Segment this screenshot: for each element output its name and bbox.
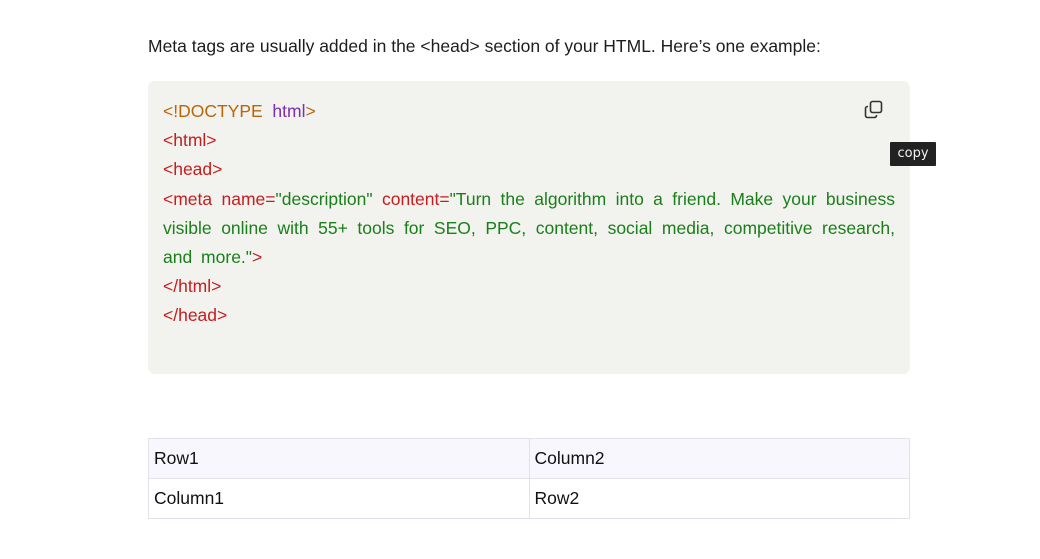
code-block: <!DOCTYPE html> <html> <head> <meta name… xyxy=(148,81,910,374)
meta-close: > xyxy=(252,247,263,268)
code-line-head-close: </head> xyxy=(163,305,228,326)
code-line-meta: <meta name="description" content="Turn t… xyxy=(163,185,895,273)
copy-icon xyxy=(864,100,883,119)
data-table: Row1 Column2 Column1 Row2 xyxy=(148,438,910,519)
table-cell: Row2 xyxy=(528,478,910,519)
meta-content-attr: content= xyxy=(381,188,450,209)
meta-open: <meta xyxy=(163,188,213,209)
code-content: <!DOCTYPE html> <html> <head> <meta name… xyxy=(163,97,895,331)
meta-name-value: "description" xyxy=(275,188,373,209)
doctype-keyword: html xyxy=(272,101,306,121)
table-cell: Column1 xyxy=(148,478,530,519)
copy-button[interactable] xyxy=(863,99,885,121)
table-row: Row1 Column2 xyxy=(148,438,910,479)
intro-paragraph: Meta tags are usually added in the <head… xyxy=(148,36,821,56)
doctype-close: > xyxy=(305,101,316,121)
copy-tooltip: copy xyxy=(890,142,936,166)
code-line-head-open: <head> xyxy=(163,159,223,180)
code-line-html-close: </html> xyxy=(163,276,222,297)
code-line-doctype: <!DOCTYPE html> xyxy=(163,97,895,126)
table-cell: Column2 xyxy=(528,438,910,479)
table-cell: Row1 xyxy=(148,438,530,479)
code-line-html-open: <html> xyxy=(163,130,217,151)
doctype-open: <!DOCTYPE xyxy=(163,101,263,121)
meta-name-attr: name= xyxy=(221,188,276,209)
table-row: Column1 Row2 xyxy=(148,478,910,519)
